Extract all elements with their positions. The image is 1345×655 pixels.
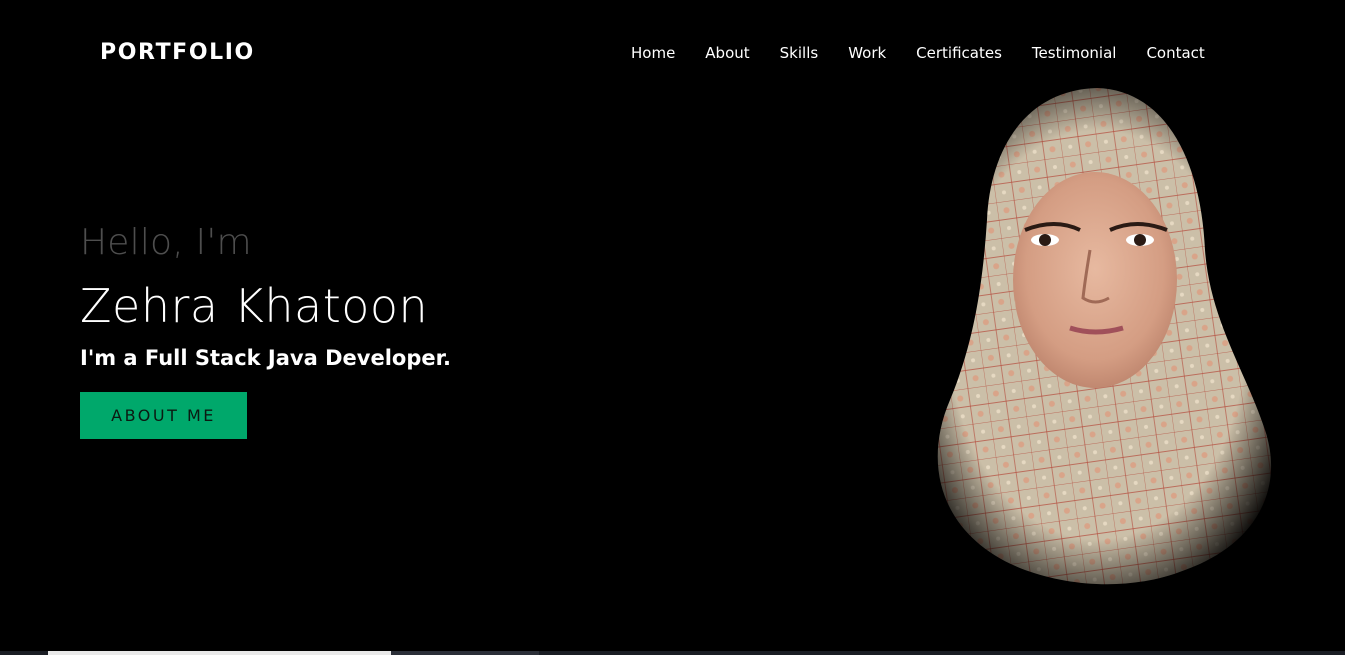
about-me-button[interactable]: ABOUT ME bbox=[80, 392, 247, 439]
nav-link-testimonial[interactable]: Testimonial bbox=[1032, 41, 1117, 65]
nav-link-about[interactable]: About bbox=[705, 41, 749, 65]
portrait-photo bbox=[937, 88, 1272, 585]
bottom-bar-segment bbox=[391, 651, 539, 655]
bottom-scrollbar bbox=[0, 651, 1345, 655]
hero-greeting: Hello, I'm bbox=[80, 222, 252, 263]
hero-name: Zehra Khatoon bbox=[80, 279, 429, 333]
site-logo[interactable]: PORTFOLIO bbox=[100, 38, 255, 68]
nav-link-work[interactable]: Work bbox=[848, 41, 886, 65]
nav-link-contact[interactable]: Contact bbox=[1146, 41, 1204, 65]
main-nav: Home About Skills Work Certificates Test… bbox=[631, 41, 1205, 65]
nav-link-certificates[interactable]: Certificates bbox=[916, 41, 1002, 65]
hero-intro: Hello, I'm Zehra Khatoon I'm a Full Stac… bbox=[80, 218, 451, 439]
nav-link-home[interactable]: Home bbox=[631, 41, 675, 65]
nav-link-skills[interactable]: Skills bbox=[780, 41, 819, 65]
bottom-bar-segment bbox=[48, 651, 391, 655]
hero-role: I'm a Full Stack Java Developer. bbox=[80, 346, 451, 370]
page: PORTFOLIO Home About Skills Work Certifi… bbox=[0, 0, 1345, 655]
